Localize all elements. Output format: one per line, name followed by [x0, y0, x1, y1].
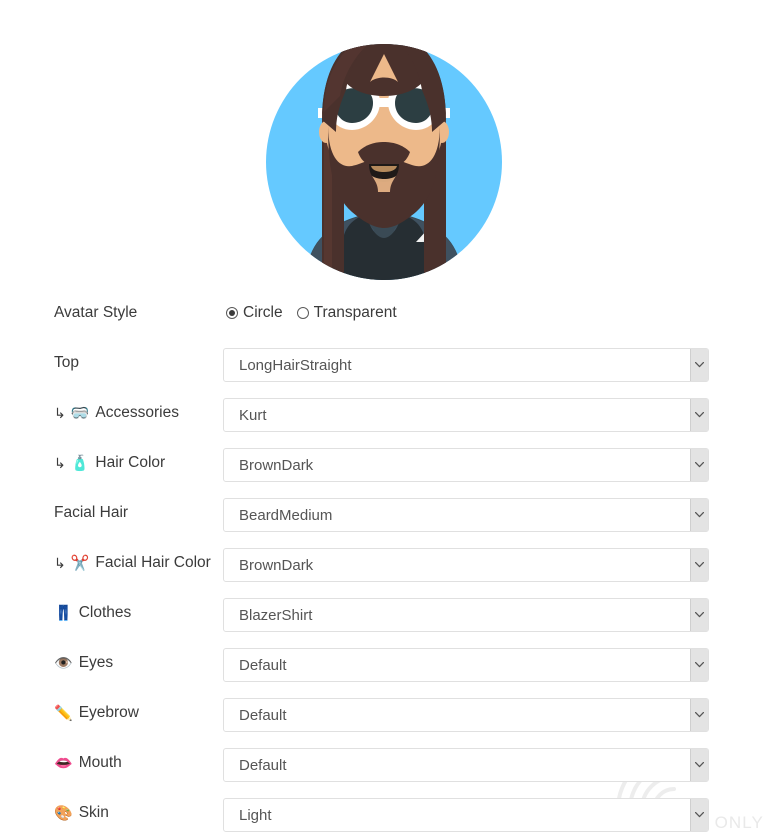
label-text: Clothes [78, 604, 132, 622]
radio-indicator-transparent[interactable] [296, 307, 309, 319]
radio-indicator-circle[interactable] [226, 307, 238, 319]
form-row-skin: 🎨 Skin Light [0, 788, 768, 838]
select-value-hair-color: BrownDark [239, 456, 314, 474]
label-text: Hair Color [95, 454, 166, 472]
label-facial-hair-color: ↳ ✂️ Facial Hair Color [54, 538, 211, 588]
chevron-down-icon[interactable] [690, 549, 708, 581]
select-value-skin: Light [239, 806, 272, 824]
label-hair-color: ↳ 🧴 Hair Color [54, 438, 165, 488]
select-value-eyebrow: Default [239, 706, 287, 724]
sub-option-arrow-icon: ↳ [54, 455, 66, 471]
form-row-facial-hair: Facial Hair BeardMedium [0, 488, 768, 538]
radio-option-transparent[interactable]: Transparent [296, 304, 397, 322]
form-row-eyebrow: ✏️ Eyebrow Default [0, 688, 768, 738]
label-text: Skin [78, 804, 109, 822]
label-text: Facial Hair [54, 504, 129, 522]
radio-option-label: Circle [243, 304, 283, 321]
label-text: Avatar Style [54, 304, 138, 322]
palette-icon: 🎨 [54, 804, 73, 822]
select-value-facial-hair-color: BrownDark [239, 556, 314, 574]
chevron-down-icon[interactable] [690, 749, 708, 781]
lotion-bottle-icon: 🧴 [70, 454, 90, 472]
sub-option-arrow-icon: ↳ [54, 405, 66, 421]
label-text: Eyes [78, 654, 114, 672]
form-row-accessories: ↳ 🥽 Accessories Kurt [0, 388, 768, 438]
select-clothes[interactable]: BlazerShirt [223, 598, 709, 632]
select-accessories[interactable]: Kurt [223, 398, 709, 432]
chevron-down-icon[interactable] [690, 499, 708, 531]
select-skin[interactable]: Light [223, 798, 709, 832]
select-value-mouth: Default [239, 756, 287, 774]
form-row-clothes: 👖 Clothes BlazerShirt [0, 588, 768, 638]
select-value-accessories: Kurt [239, 406, 267, 424]
select-top[interactable]: LongHairStraight [223, 348, 709, 382]
form-row-eyes: 👁️ Eyes Default [0, 638, 768, 688]
select-value-facial-hair: BeardMedium [239, 506, 333, 524]
chevron-down-icon[interactable] [690, 699, 708, 731]
label-text: Mouth [78, 754, 122, 772]
chevron-down-icon[interactable] [690, 599, 708, 631]
chevron-down-icon[interactable] [690, 449, 708, 481]
label-text: Accessories [95, 404, 179, 422]
label-eyes: 👁️ Eyes [54, 638, 113, 688]
label-avatar-style: Avatar Style [54, 288, 137, 338]
form-row-facial-hair-color: ↳ ✂️ Facial Hair Color BrownDark [0, 538, 768, 588]
select-value-clothes: BlazerShirt [239, 606, 313, 624]
label-skin: 🎨 Skin [54, 788, 109, 838]
select-eyebrow[interactable]: Default [223, 698, 709, 732]
lips-icon: 👄 [54, 754, 73, 772]
pencil-icon: ✏️ [54, 704, 73, 722]
form-row-avatar-style: Avatar Style Circle Transparent [0, 288, 768, 338]
radio-group-avatar-style: Circle Transparent [226, 288, 397, 338]
label-top: Top [54, 338, 79, 388]
select-hair-color[interactable]: BrownDark [223, 448, 709, 482]
avatar-options-form: Avatar Style Circle Transparent Top LongHair… [0, 288, 768, 838]
sub-option-arrow-icon: ↳ [54, 555, 66, 571]
label-accessories: ↳ 🥽 Accessories [54, 388, 179, 438]
chevron-down-icon[interactable] [690, 799, 708, 831]
form-row-top: Top LongHairStraight [0, 338, 768, 388]
select-mouth[interactable]: Default [223, 748, 709, 782]
select-value-top: LongHairStraight [239, 356, 352, 374]
select-value-eyes: Default [239, 656, 287, 674]
goggles-icon: 🥽 [70, 404, 90, 422]
radio-option-circle[interactable]: Circle [226, 304, 283, 322]
avatar [266, 44, 502, 280]
label-facial-hair: Facial Hair [54, 488, 128, 538]
chevron-down-icon[interactable] [690, 649, 708, 681]
label-text: Eyebrow [78, 704, 139, 722]
eye-icon: 👁️ [54, 654, 73, 672]
label-text: Facial Hair Color [95, 554, 211, 572]
select-facial-hair[interactable]: BeardMedium [223, 498, 709, 532]
chevron-down-icon[interactable] [690, 349, 708, 381]
label-text: Top [54, 354, 79, 372]
radio-option-label: Transparent [313, 304, 397, 321]
form-row-hair-color: ↳ 🧴 Hair Color BrownDark [0, 438, 768, 488]
label-eyebrow: ✏️ Eyebrow [54, 688, 139, 738]
label-mouth: 👄 Mouth [54, 738, 122, 788]
scissors-icon: ✂️ [70, 554, 90, 572]
jeans-icon: 👖 [54, 604, 73, 622]
select-eyes[interactable]: Default [223, 648, 709, 682]
avatar-preview [0, 16, 768, 280]
select-facial-hair-color[interactable]: BrownDark [223, 548, 709, 582]
form-row-mouth: 👄 Mouth Default [0, 738, 768, 788]
chevron-down-icon[interactable] [690, 399, 708, 431]
label-clothes: 👖 Clothes [54, 588, 131, 638]
